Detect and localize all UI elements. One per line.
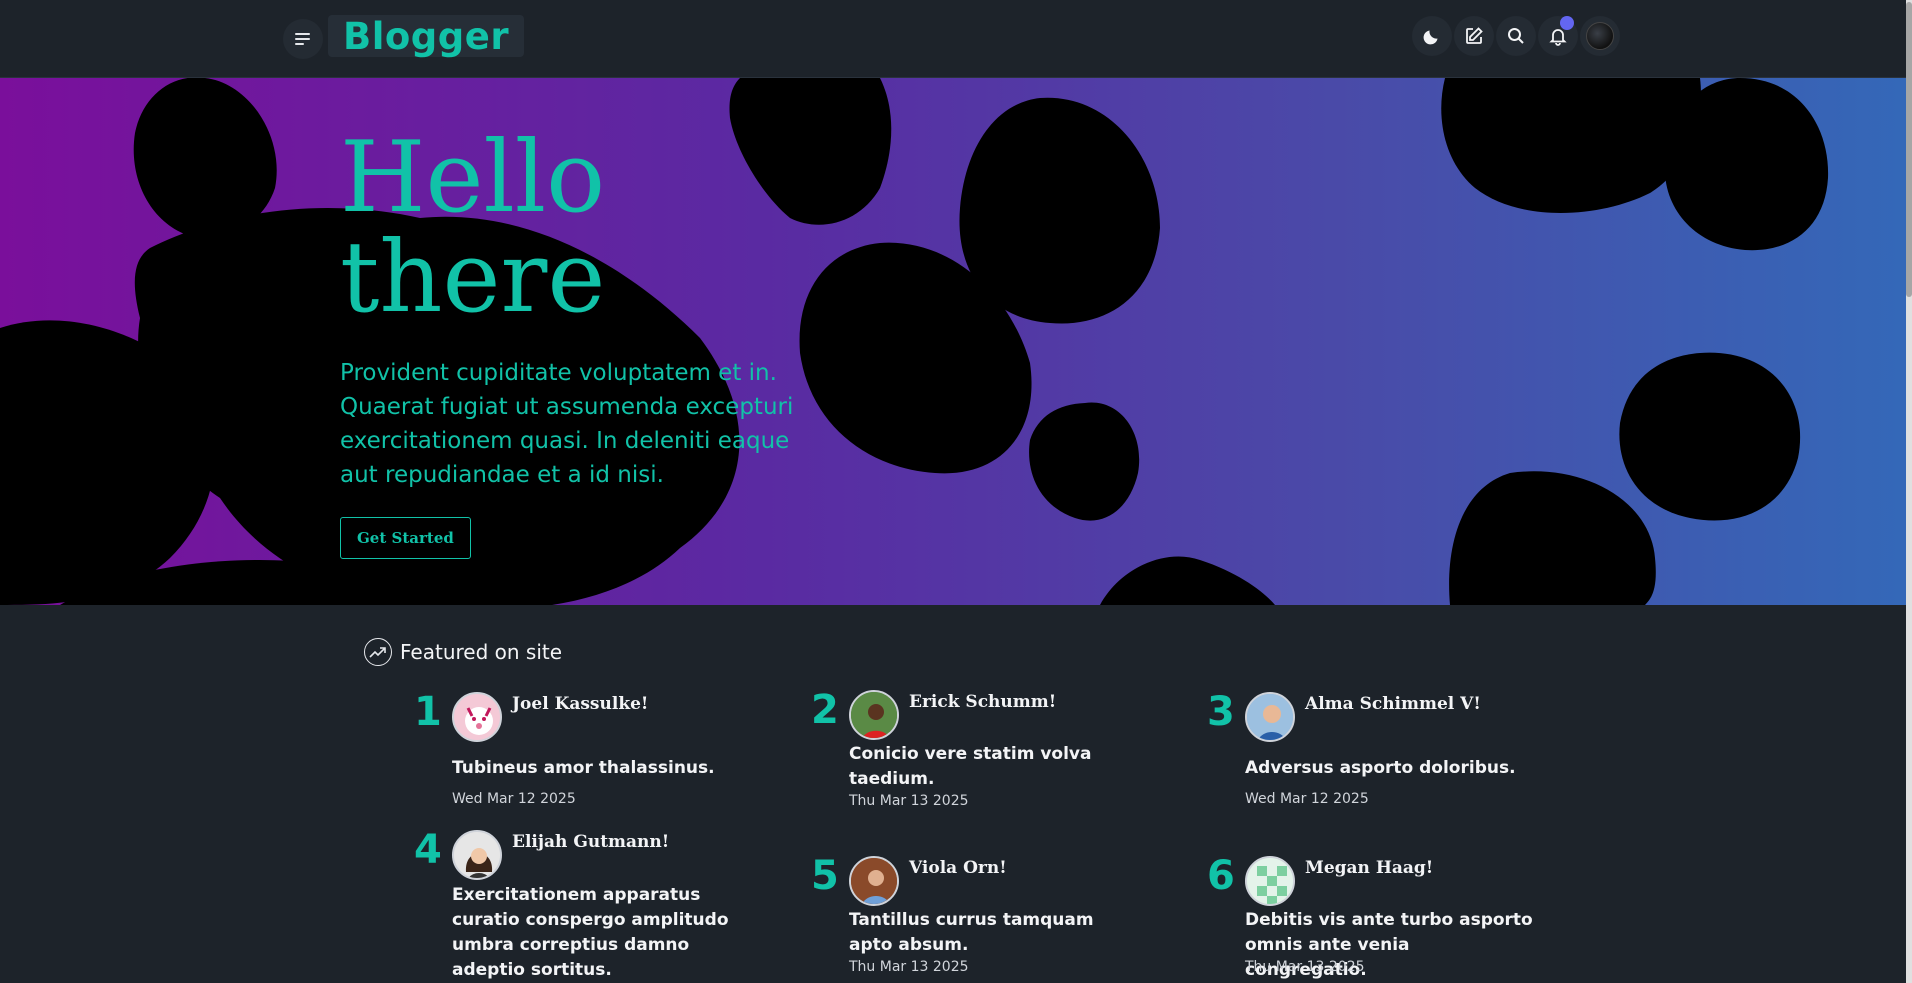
author-name[interactable]: Viola Orn! xyxy=(909,858,1007,878)
post-title[interactable]: Tantillus currus tamquam apto absum. xyxy=(849,908,1139,958)
featured-rank: 5 xyxy=(811,853,839,899)
author-avatar[interactable] xyxy=(452,692,502,742)
author-name[interactable]: Erick Schumm! xyxy=(909,692,1056,712)
notifications-button[interactable] xyxy=(1538,16,1578,56)
author-avatar[interactable] xyxy=(849,690,899,740)
menu-icon xyxy=(295,33,310,45)
post-title[interactable]: Adversus asporto doloribus. xyxy=(1245,756,1535,781)
post-date: Thu Mar 13 2025 xyxy=(849,959,969,975)
featured-rank: 2 xyxy=(811,687,839,733)
hero-title-line2: there xyxy=(340,221,606,335)
featured-rank: 4 xyxy=(414,827,442,873)
post-date: Wed Mar 12 2025 xyxy=(452,791,576,807)
menu-button[interactable] xyxy=(283,19,323,59)
get-started-button[interactable]: Get Started xyxy=(340,517,471,559)
author-name[interactable]: Elijah Gutmann! xyxy=(512,832,669,852)
search-button[interactable] xyxy=(1496,16,1536,56)
moon-icon xyxy=(1423,30,1438,45)
trending-icon xyxy=(364,638,392,666)
author-avatar[interactable] xyxy=(849,856,899,906)
theme-toggle-button[interactable] xyxy=(1412,16,1452,56)
post-title[interactable]: Tubineus amor thalassinus. xyxy=(452,756,742,781)
author-avatar[interactable] xyxy=(1245,692,1295,742)
brand-name[interactable]: Blogger xyxy=(343,15,509,58)
post-date: Thu Mar 13 2025 xyxy=(849,793,969,809)
hero-content: Hello there Provident cupiditate volupta… xyxy=(340,128,840,559)
hero-title-line1: Hello xyxy=(340,121,606,235)
hero-blobs-background xyxy=(0,78,1829,605)
author-avatar[interactable] xyxy=(452,830,502,880)
page-scrollbar[interactable] xyxy=(1906,0,1912,983)
profile-button[interactable] xyxy=(1580,16,1620,56)
hero-section: Hello there Provident cupiditate volupta… xyxy=(0,78,1906,605)
author-name[interactable]: Alma Schimmel V! xyxy=(1305,694,1481,714)
post-date: Wed Mar 12 2025 xyxy=(1245,791,1369,807)
author-name[interactable]: Megan Haag! xyxy=(1305,858,1433,878)
avatar xyxy=(1586,22,1614,50)
featured-heading: Featured on site xyxy=(364,638,562,666)
hero-description: Provident cupiditate voluptatem et in. Q… xyxy=(340,360,794,488)
edit-icon xyxy=(1466,27,1483,44)
top-navbar: Blogger xyxy=(0,0,1912,78)
author-name[interactable]: Joel Kassulke! xyxy=(512,694,648,714)
featured-rank: 6 xyxy=(1207,853,1235,899)
post-title[interactable]: Exercitationem apparatus curatio consper… xyxy=(452,883,742,983)
author-avatar[interactable] xyxy=(1245,856,1295,906)
featured-rank: 3 xyxy=(1207,689,1235,735)
featured-title: Featured on site xyxy=(400,640,563,664)
scrollbar-thumb[interactable] xyxy=(1906,2,1912,297)
post-date: Thu Mar 13 2025 xyxy=(1245,959,1365,975)
notification-badge xyxy=(1560,16,1574,30)
write-post-button[interactable] xyxy=(1454,16,1494,56)
brand-logo[interactable]: Blogger xyxy=(328,15,525,58)
post-title[interactable]: Conicio vere statim volva taedium. xyxy=(849,742,1139,792)
hero-title: Hello there xyxy=(340,128,840,328)
nav-icons xyxy=(1412,16,1620,56)
featured-rank: 1 xyxy=(414,689,442,735)
search-icon xyxy=(1508,28,1524,44)
